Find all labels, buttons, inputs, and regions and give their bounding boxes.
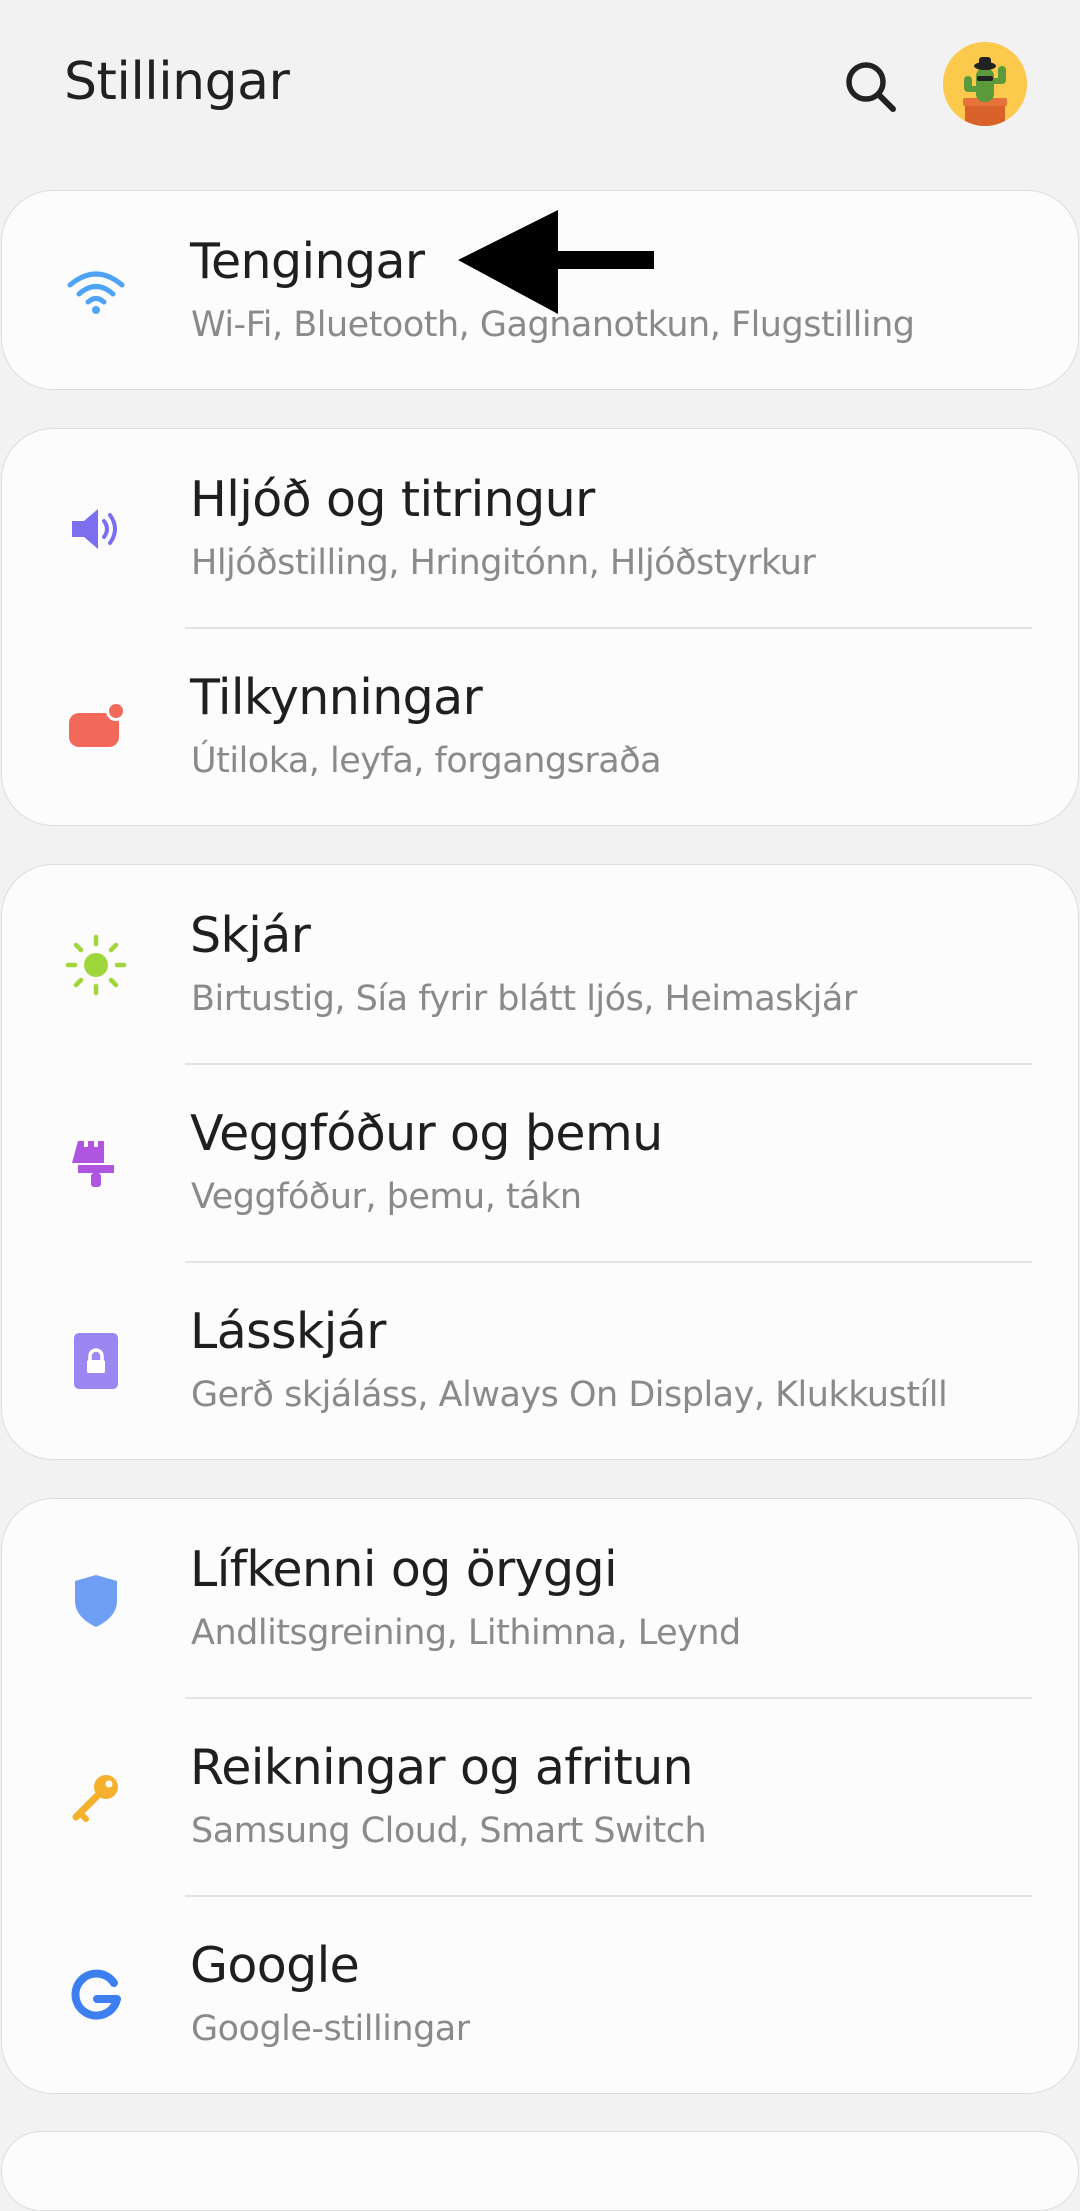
settings-item-display[interactable]: Skjár Birtustig, Sía fyrir blátt ljós, H… [2, 865, 1078, 1063]
shield-icon [60, 1563, 132, 1635]
settings-item-subtitle: Andlitsgreining, Lithimna, Leynd [191, 1613, 741, 1653]
settings-item-biometrics[interactable]: Lífkenni og öryggi Andlitsgreining, Lith… [2, 1499, 1078, 1697]
settings-item-notifications[interactable]: Tilkynningar Útiloka, leyfa, forgangsrað… [2, 627, 1078, 825]
settings-item-title: Reikningar og afritun [190, 1739, 694, 1796]
wifi-icon [60, 255, 132, 327]
notification-icon [60, 691, 132, 763]
settings-item-subtitle: Birtustig, Sía fyrir blátt ljós, Heimask… [191, 979, 857, 1019]
settings-item-subtitle: Veggfóður, þemu, tákn [191, 1177, 582, 1217]
settings-item-title: Skjár [190, 907, 311, 964]
settings-group-next [1, 2131, 1079, 2211]
lock-icon [60, 1325, 132, 1397]
key-icon [60, 1761, 132, 1833]
settings-group-display: Skjár Birtustig, Sía fyrir blátt ljós, H… [1, 864, 1079, 1460]
settings-item-title: Tengingar [190, 233, 425, 290]
cactus-avatar-icon [943, 42, 1027, 126]
speaker-icon [60, 493, 132, 565]
settings-item-google[interactable]: Google Google-stillingar [2, 1895, 1078, 2093]
arrow-left-icon [458, 210, 658, 314]
settings-item-subtitle: Útiloka, leyfa, forgangsraða [191, 741, 662, 781]
settings-group-sound-notifications: Hljóð og titringur Hljóðstilling, Hringi… [1, 428, 1079, 826]
settings-item-title: Tilkynningar [190, 669, 483, 726]
google-icon [60, 1959, 132, 2031]
page-title: Stillingar [64, 52, 290, 112]
settings-item-sound[interactable]: Hljóð og titringur Hljóðstilling, Hringi… [2, 429, 1078, 627]
brightness-icon [60, 929, 132, 1001]
settings-item-title: Google [190, 1937, 360, 1994]
app-header: Stillingar [0, 0, 1080, 175]
settings-item-title: Veggfóður og þemu [190, 1105, 663, 1162]
settings-item-title: Hljóð og titringur [190, 471, 595, 528]
avatar[interactable] [943, 42, 1027, 126]
settings-item-wallpaper[interactable]: Veggfóður og þemu Veggfóður, þemu, tákn [2, 1063, 1078, 1261]
settings-item-subtitle: Hljóðstilling, Hringitónn, Hljóðstyrkur [191, 543, 816, 583]
settings-item-subtitle: Samsung Cloud, Smart Switch [191, 1811, 707, 1851]
settings-item-title: Lásskjár [190, 1303, 386, 1360]
settings-item-lockscreen[interactable]: Lásskjár Gerð skjáláss, Always On Displa… [2, 1261, 1078, 1459]
settings-item-accounts[interactable]: Reikningar og afritun Samsung Cloud, Sma… [2, 1697, 1078, 1895]
settings-item-title: Lífkenni og öryggi [190, 1541, 618, 1598]
search-icon[interactable] [840, 56, 902, 118]
settings-item-subtitle: Google-stillingar [191, 2009, 470, 2049]
settings-item-subtitle: Gerð skjáláss, Always On Display, Klukku… [191, 1375, 948, 1415]
paintbrush-icon [60, 1127, 132, 1199]
settings-group-security-accounts: Lífkenni og öryggi Andlitsgreining, Lith… [1, 1498, 1079, 2094]
